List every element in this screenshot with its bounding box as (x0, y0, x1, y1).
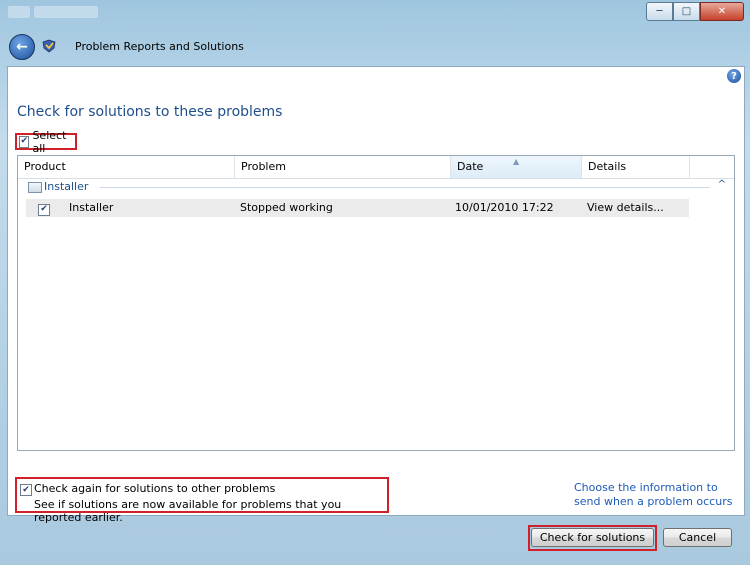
select-all-label: Select all (32, 128, 67, 155)
page-title: Check for solutions to these problems (17, 104, 283, 120)
window-title: Problem Reports and Solutions (75, 40, 244, 53)
minimize-button[interactable]: ─ (646, 2, 673, 21)
close-button[interactable]: ✕ (700, 2, 744, 21)
maximize-button[interactable]: □ (673, 2, 700, 21)
check-again-option[interactable]: ✔ Check again for solutions to other pro… (15, 477, 389, 524)
row-checkbox[interactable]: ✔ (38, 199, 53, 217)
sort-ascending-icon: ▲ (513, 157, 520, 166)
column-header-details[interactable]: Details (582, 156, 690, 178)
column-header-date-label: Date (457, 160, 484, 173)
group-folder-icon (28, 182, 42, 193)
back-arrow-icon: ← (16, 39, 28, 55)
column-header-problem[interactable]: Problem (235, 156, 451, 178)
checkbox-checked-icon: ✔ (19, 135, 30, 148)
table-row[interactable]: ✔ Installer Stopped working 10/01/2010 1… (26, 199, 689, 217)
navigation-bar: ← Problem Reports and Solutions (0, 26, 750, 66)
close-icon: ✕ (717, 6, 727, 17)
column-header-product[interactable]: Product (18, 156, 235, 178)
row-problem: Stopped working (240, 201, 333, 214)
caption-buttons: ─ □ ✕ (646, 2, 744, 21)
column-header-date[interactable]: ▲ Date (451, 156, 582, 178)
group-label: Installer (44, 180, 89, 193)
collapse-chevron-icon[interactable]: ^ (718, 179, 726, 190)
checkbox-checked-icon: ✔ (20, 484, 32, 496)
problems-list: Product Problem ▲ Date Details Installer… (17, 155, 735, 451)
check-again-label: Check again for solutions to other probl… (34, 482, 276, 495)
minimize-icon: ─ (656, 6, 663, 17)
back-button[interactable]: ← (9, 34, 35, 60)
choose-information-link[interactable]: Choose the information to send when a pr… (574, 481, 740, 509)
row-product: Installer (69, 201, 114, 214)
title-bar-ghost-text (8, 6, 102, 20)
select-all-checkbox[interactable]: ✔ Select all (15, 129, 77, 155)
group-divider (100, 187, 710, 188)
check-for-solutions-button[interactable]: Check for solutions (531, 528, 654, 547)
checkbox-checked-icon: ✔ (38, 203, 50, 216)
maximize-icon: □ (681, 6, 692, 17)
cancel-button[interactable]: Cancel (663, 528, 732, 547)
group-header[interactable]: Installer ^ (26, 179, 728, 195)
help-icon[interactable]: ? (727, 69, 741, 83)
footer: Check for solutions Cancel (0, 515, 750, 565)
view-details-link[interactable]: View details... (587, 199, 664, 217)
window: ─ □ ✕ ← Problem Reports and Solutions ? … (0, 0, 750, 565)
row-date: 10/01/2010 17:22 (455, 201, 554, 214)
title-bar: ─ □ ✕ (0, 0, 750, 26)
list-header: Product Problem ▲ Date Details (18, 156, 734, 179)
problem-reports-icon (42, 39, 56, 53)
content-panel: ? Check for solutions to these problems … (7, 66, 745, 524)
